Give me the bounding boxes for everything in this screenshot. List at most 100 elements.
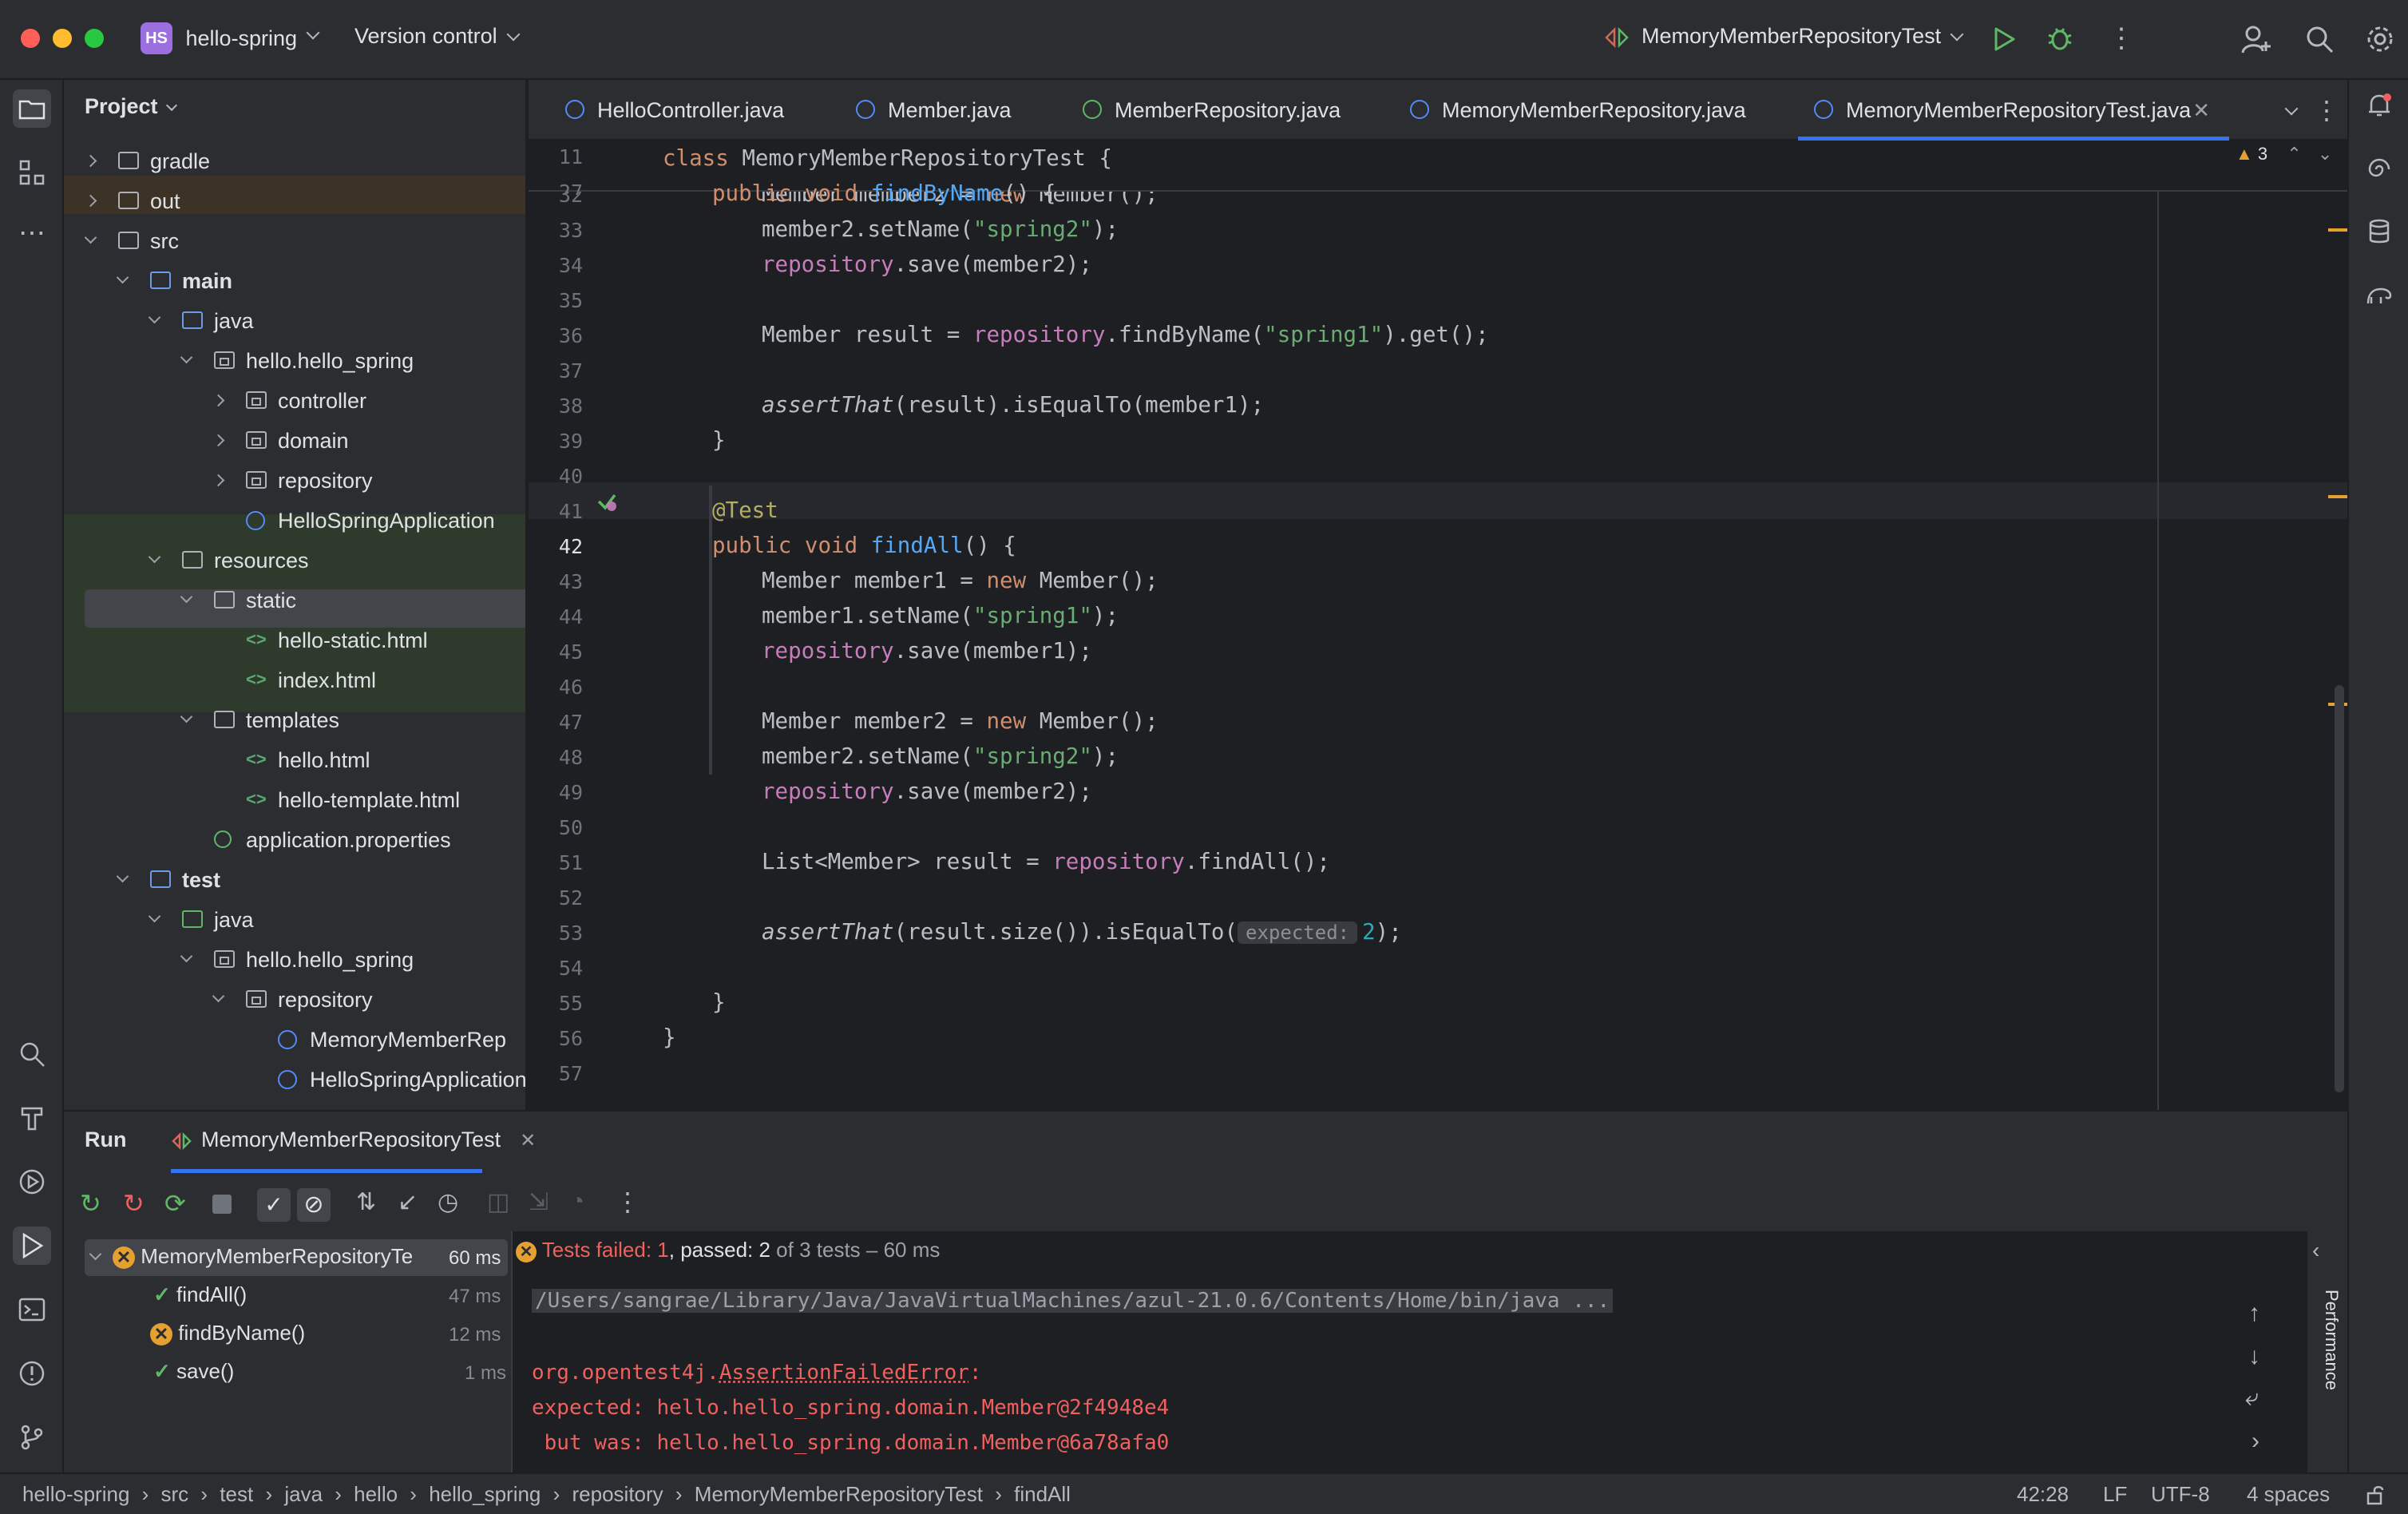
chevron-right-icon[interactable] <box>212 434 225 447</box>
performance-collapse-icon[interactable]: ‹ <box>2312 1238 2319 1263</box>
editor-scrollbar[interactable] <box>2335 685 2344 1092</box>
chevron-down-icon[interactable] <box>84 231 97 244</box>
test-root[interactable]: ✕ MemoryMemberRepositoryTe <box>89 1244 413 1269</box>
version-control-menu[interactable]: Version control <box>354 24 521 49</box>
tree-item[interactable]: repository <box>64 981 525 1019</box>
breadcrumb-item[interactable]: findAll <box>1014 1482 1071 1506</box>
breadcrumb-item[interactable]: hello <box>354 1482 398 1506</box>
gradle-button[interactable] <box>2360 276 2398 315</box>
export-icon[interactable]: ◫ <box>487 1188 509 1216</box>
indent-setting[interactable]: 4 spaces <box>2247 1474 2330 1514</box>
tree-item[interactable]: repository <box>64 462 525 500</box>
chevron-right-icon[interactable] <box>212 394 225 407</box>
database-button[interactable] <box>2360 212 2398 251</box>
more-tools-icon[interactable]: ⋯ <box>13 214 51 252</box>
breadcrumb-item[interactable]: hello_spring <box>429 1482 541 1506</box>
test-row[interactable]: ✓ findAll() <box>153 1282 247 1307</box>
breadcrumb-item[interactable]: repository <box>572 1482 663 1506</box>
search-icon[interactable] <box>2304 24 2335 54</box>
project-selector[interactable]: HS hello-spring <box>141 22 320 57</box>
tree-item[interactable]: HelloSpringApplication <box>64 501 525 540</box>
services-tool-button[interactable] <box>13 1163 51 1201</box>
test-row[interactable]: ✕ findByName() <box>150 1321 305 1346</box>
code-area[interactable]: 11 class MemoryMemberRepositoryTest { 27… <box>529 142 2347 1110</box>
stop-icon[interactable] <box>212 1195 232 1214</box>
rerun-icon[interactable]: ↻ <box>80 1188 101 1219</box>
tree-item[interactable]: .gitattributes <box>64 1100 525 1110</box>
history-icon[interactable]: ◷ <box>438 1188 458 1216</box>
chevron-down-icon[interactable] <box>116 870 129 883</box>
soft-wrap-icon[interactable]: ⤶ <box>2245 1385 2259 1412</box>
chevron-right-icon[interactable] <box>84 194 97 208</box>
chevron-down-icon[interactable] <box>148 910 161 923</box>
ai-assistant-button[interactable] <box>2360 150 2398 188</box>
add-user-icon[interactable] <box>2240 24 2272 56</box>
tree-item[interactable]: out <box>64 182 525 220</box>
expand-icon[interactable]: › <box>2252 1428 2259 1455</box>
test-row[interactable]: ✓ save() <box>153 1359 234 1384</box>
scroll-down-icon[interactable]: ↓ <box>2248 1343 2260 1370</box>
tab-member-repository[interactable]: MemberRepository.java <box>1083 80 1341 141</box>
warnings-indicator[interactable]: ▲ 3 ⌃ ⌄ <box>2236 144 2332 164</box>
build-tool-button[interactable] <box>13 1099 51 1137</box>
terminal-tool-button[interactable] <box>13 1290 51 1329</box>
tree-item[interactable]: test <box>64 861 525 899</box>
chevron-down-icon[interactable] <box>180 710 193 723</box>
tree-item[interactable]: java <box>64 302 525 340</box>
run-icon[interactable] <box>1991 26 2017 53</box>
breadcrumb-item[interactable]: hello-spring <box>22 1482 129 1506</box>
tab-member[interactable]: Member.java <box>856 80 1012 141</box>
tree-item[interactable]: templates <box>64 701 525 739</box>
tabs-dropdown-icon[interactable] <box>2284 101 2299 116</box>
close-window-button[interactable] <box>21 29 40 48</box>
find-tool-button[interactable] <box>13 1035 51 1073</box>
git-tool-button[interactable] <box>13 1418 51 1457</box>
tree-item[interactable]: gradle <box>64 142 525 180</box>
line-separator[interactable]: LF <box>2103 1474 2127 1514</box>
chevron-down-icon[interactable] <box>148 311 161 324</box>
structure-tool-button[interactable] <box>13 153 51 192</box>
tab-hello-controller[interactable]: HelloController.java <box>565 80 784 141</box>
rerun-failed-icon[interactable]: ↻ <box>123 1188 145 1219</box>
import-icon[interactable]: ⇲ <box>529 1188 549 1216</box>
close-tab-icon[interactable]: ✕ <box>2192 80 2210 141</box>
minimize-window-button[interactable] <box>53 29 72 48</box>
chevron-down-icon[interactable] <box>148 550 161 564</box>
more-actions-icon[interactable]: ⋮ <box>2108 21 2135 56</box>
tree-item[interactable]: main <box>64 262 525 300</box>
debug-icon[interactable] <box>2046 24 2074 53</box>
tree-item[interactable]: domain <box>64 422 525 460</box>
breadcrumb-item[interactable]: src <box>161 1482 189 1506</box>
breadcrumb-item[interactable]: test <box>220 1482 253 1506</box>
run-test-gutter-icon[interactable] <box>596 490 618 513</box>
tree-item[interactable]: HelloSpringApplicationT <box>64 1060 525 1099</box>
run-title[interactable]: Run <box>85 1128 126 1152</box>
run-config-tab[interactable]: MemoryMemberRepositoryTest ✕ <box>171 1128 536 1152</box>
gear-icon[interactable] <box>2365 24 2395 54</box>
chevron-right-icon[interactable] <box>84 154 97 168</box>
tab-memory-member-repository-test[interactable]: MemoryMemberRepositoryTest.java ✕ <box>1798 80 2229 141</box>
toggle-auto-test-icon[interactable]: ⟳ <box>164 1188 186 1219</box>
scroll-up-icon[interactable]: ↑ <box>2248 1300 2260 1327</box>
collapse-icon[interactable]: ↙ <box>398 1188 418 1216</box>
tree-item[interactable]: static <box>64 581 525 620</box>
close-run-tab-icon[interactable]: ✕ <box>520 1130 536 1151</box>
tree-item[interactable]: java <box>64 901 525 939</box>
sort-icon[interactable]: ⇅ <box>356 1188 376 1216</box>
lock-icon[interactable] <box>2365 1484 2387 1506</box>
performance-tab[interactable]: Performance <box>2321 1290 2342 1390</box>
chevron-down-icon[interactable] <box>180 949 193 963</box>
chevron-down-icon[interactable] <box>180 590 193 604</box>
zoom-window-button[interactable] <box>85 29 104 48</box>
chevron-down-icon[interactable] <box>212 989 225 1003</box>
chevron-right-icon[interactable] <box>212 474 225 487</box>
project-tool-button[interactable] <box>13 89 51 128</box>
chevron-down-icon[interactable] <box>180 351 193 364</box>
tree-item[interactable]: <> hello-static.html <box>64 621 525 660</box>
coverage-icon[interactable]: ◔ <box>570 1188 584 1215</box>
cursor-position[interactable]: 42:28 <box>2017 1474 2069 1514</box>
tree-item[interactable]: MemoryMemberRep <box>64 1021 525 1059</box>
notifications-button[interactable] <box>2360 86 2398 125</box>
run-tool-button[interactable] <box>13 1227 51 1265</box>
tree-item[interactable]: <> hello-template.html <box>64 781 525 819</box>
